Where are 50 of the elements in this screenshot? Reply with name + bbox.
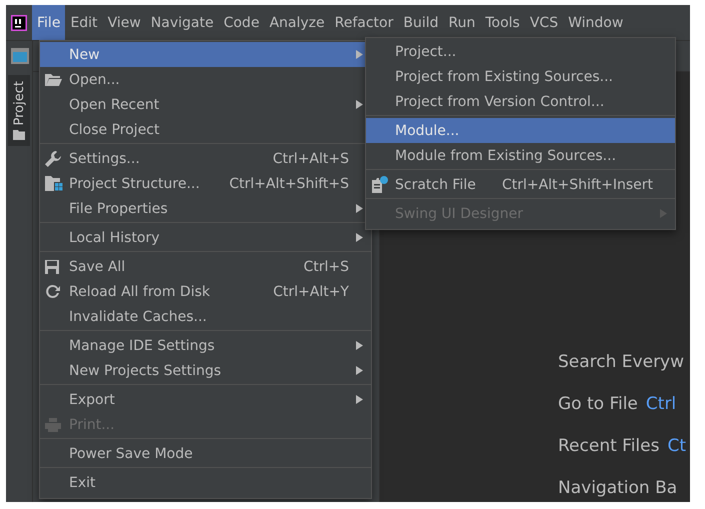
menu-item[interactable]: Invalidate Caches... xyxy=(40,304,371,329)
menu-item[interactable]: Manage IDE Settings xyxy=(40,333,371,358)
menu-item[interactable]: Module from Existing Sources... xyxy=(366,143,675,168)
menu-bar-item[interactable]: Run xyxy=(444,5,480,40)
hint-text: Go to File xyxy=(558,394,638,414)
menu-bar-item[interactable]: File xyxy=(32,5,66,40)
wrench-icon xyxy=(45,150,61,166)
menu-bar-item[interactable]: Analyze xyxy=(264,5,330,40)
menu-item[interactable]: Export xyxy=(40,387,371,412)
menu-item[interactable]: New Projects Settings xyxy=(40,358,371,383)
menu-bar-item[interactable]: View xyxy=(102,5,146,40)
menu-bar-item[interactable]: Build xyxy=(398,5,444,40)
submenu-arrow-icon xyxy=(356,366,363,375)
submenu-arrow-icon xyxy=(356,395,363,404)
menu-item[interactable]: Project from Existing Sources... xyxy=(366,64,675,89)
printer-icon xyxy=(45,418,61,432)
menu-item[interactable]: Power Save Mode xyxy=(40,441,371,466)
submenu-arrow-icon xyxy=(356,100,363,109)
shortcut-text: Ctrl xyxy=(646,394,676,414)
submenu-arrow-icon xyxy=(660,209,667,218)
menu-item[interactable]: Scratch File Ctrl+Alt+Shift+Insert xyxy=(366,172,675,197)
menu-item[interactable]: Module... xyxy=(366,118,675,143)
menu-item[interactable]: Local History xyxy=(40,225,371,250)
menu-bar-item[interactable]: VCS xyxy=(524,5,564,40)
menu-bar-item[interactable]: Code xyxy=(218,5,264,40)
app-logo-icon xyxy=(11,14,27,30)
reload-icon xyxy=(45,284,60,299)
submenu-arrow-icon xyxy=(356,204,363,213)
menu-bar-item[interactable]: Refactor xyxy=(330,5,398,40)
project-tool-tab[interactable]: Project xyxy=(8,75,30,146)
submenu-arrow-icon xyxy=(356,341,363,350)
hint-text: Recent Files xyxy=(558,436,660,456)
hint-text: Navigation Ba xyxy=(558,478,678,498)
menu-bar-item[interactable]: Tools xyxy=(480,5,525,40)
menu-bar-item[interactable]: Window xyxy=(563,5,628,40)
submenu-arrow-icon xyxy=(356,233,363,242)
scratch-file-icon xyxy=(371,176,388,193)
folder-icon xyxy=(45,73,62,86)
folder-icon xyxy=(13,130,25,140)
menu-item[interactable]: Exit xyxy=(40,470,371,495)
menu-item[interactable]: Project from Version Control... xyxy=(366,89,675,114)
shortcut-text: Ct xyxy=(667,436,686,456)
menu-bar-item[interactable]: Navigate xyxy=(146,5,219,40)
menu-item[interactable]: Save All Ctrl+S xyxy=(40,254,371,279)
menu-item[interactable]: Reload All from Disk Ctrl+Alt+Y xyxy=(40,279,371,304)
window-icon[interactable] xyxy=(11,48,29,64)
menu-bar-item[interactable]: Edit xyxy=(65,5,103,40)
hint-text: Search Everyw xyxy=(558,352,684,372)
submenu-arrow-icon xyxy=(356,50,363,59)
folder-grid-icon xyxy=(45,176,63,191)
